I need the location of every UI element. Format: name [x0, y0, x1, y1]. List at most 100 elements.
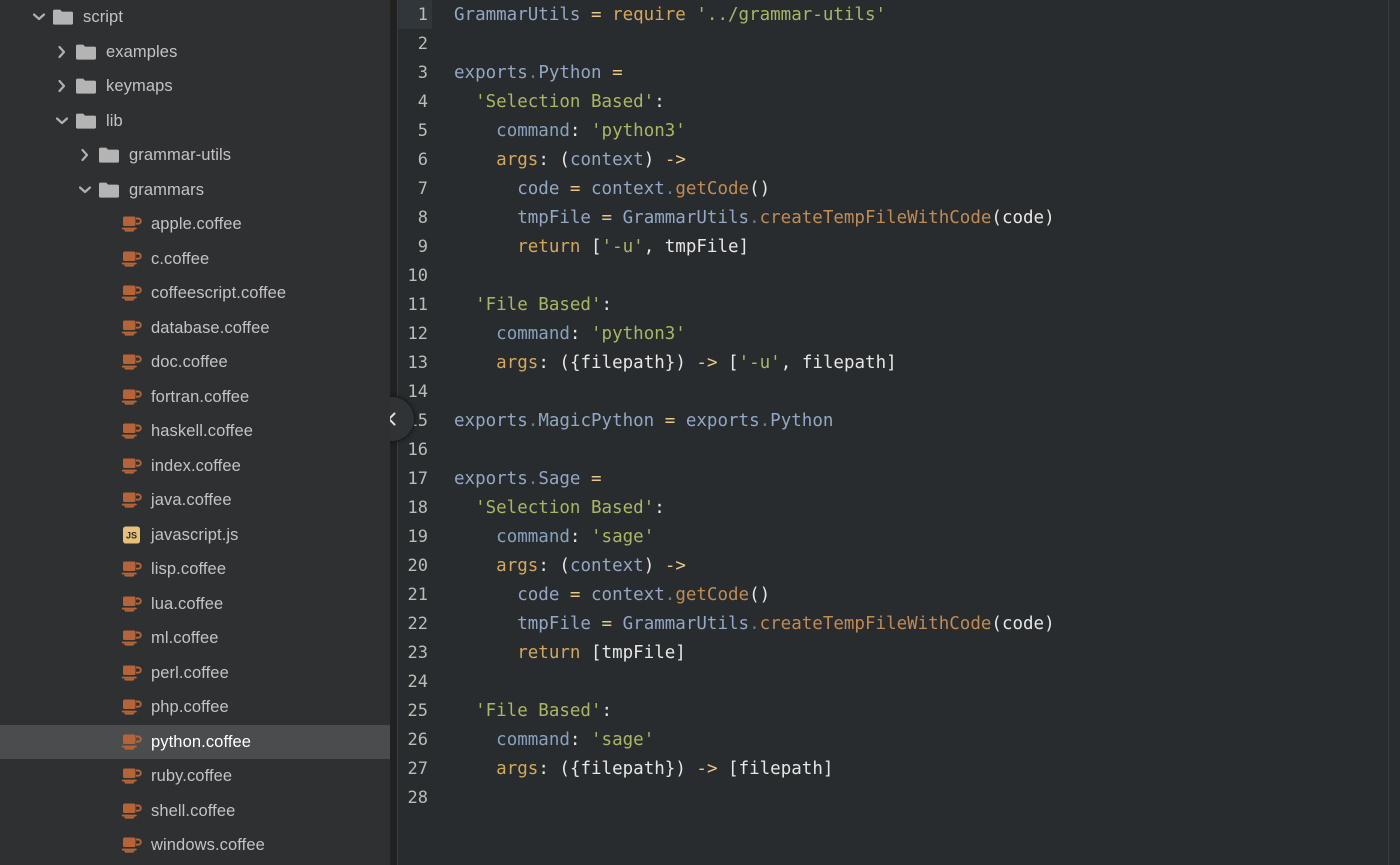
chevron-right-icon[interactable]: [53, 77, 71, 95]
code-line[interactable]: 9 return ['-u', tmpFile]: [390, 232, 1400, 261]
line-number: 18: [407, 497, 428, 518]
code-line[interactable]: 25 'File Based':: [390, 696, 1400, 725]
line-number: 27: [407, 758, 428, 779]
code-editor-pane[interactable]: 1 GrammarUtils = require '../grammar-util…: [390, 0, 1400, 865]
line-number: 17: [407, 468, 428, 489]
code-token: (): [749, 178, 771, 199]
folder-icon: [75, 77, 97, 95]
code-line[interactable]: 18 'Selection Based':: [390, 493, 1400, 522]
folder-icon: [75, 112, 97, 130]
tree-item[interactable]: java.coffee: [0, 483, 390, 518]
code-token: [: [728, 758, 739, 779]
tree-item[interactable]: haskell.coffee: [0, 414, 390, 449]
chevron-down-icon: [78, 186, 92, 193]
code-line[interactable]: 17 exports.Sage =: [390, 464, 1400, 493]
code-line[interactable]: 10: [390, 261, 1400, 290]
coffee-file-icon: [121, 216, 142, 232]
line-number: 14: [407, 381, 428, 402]
editor-window: script examples keymaps lib grammar-utils gra…: [0, 0, 1400, 865]
tree-item[interactable]: c.coffee: [0, 242, 390, 277]
code-line[interactable]: 26 command: 'sage': [390, 725, 1400, 754]
tree-item[interactable]: php.coffee: [0, 690, 390, 725]
code-line[interactable]: 22 tmpFile = GrammarUtils.createTempFile…: [390, 609, 1400, 638]
code-line[interactable]: 14: [390, 377, 1400, 406]
code-token: ,: [780, 352, 802, 373]
code-line[interactable]: 28: [390, 783, 1400, 812]
tree-item[interactable]: coffeescript.coffee: [0, 276, 390, 311]
code-token: ->: [696, 352, 718, 373]
chevron-down-icon[interactable]: [30, 8, 48, 26]
tree-item[interactable]: database.coffee: [0, 311, 390, 346]
chevron-down-icon[interactable]: [76, 181, 94, 199]
code-line[interactable]: 20 args: (context) ->: [390, 551, 1400, 580]
code-line[interactable]: 23 return [tmpFile]: [390, 638, 1400, 667]
tree-item[interactable]: lib: [0, 104, 390, 139]
line-number: 16: [407, 439, 428, 460]
code-line[interactable]: 5 command: 'python3': [390, 116, 1400, 145]
tree-item-label: ruby.coffee: [151, 767, 233, 785]
tree-view-sidebar[interactable]: script examples keymaps lib grammar-utils gra…: [0, 0, 390, 865]
line-number: 11: [407, 294, 428, 315]
tree-item[interactable]: ruby.coffee: [0, 759, 390, 794]
code-line[interactable]: 7 code = context.getCode(): [390, 174, 1400, 203]
tree-item[interactable]: grammar-utils: [0, 138, 390, 173]
tree-item[interactable]: fortran.coffee: [0, 380, 390, 415]
code-line[interactable]: 16: [390, 435, 1400, 464]
tree-item[interactable]: lisp.coffee: [0, 552, 390, 587]
line-number: 28: [407, 787, 428, 808]
code-line[interactable]: 12 command: 'python3': [390, 319, 1400, 348]
chevron-down-icon[interactable]: [53, 112, 71, 130]
tree-item[interactable]: shell.coffee: [0, 794, 390, 829]
tree-item[interactable]: JS javascript.js: [0, 518, 390, 553]
code-line[interactable]: 15 exports.MagicPython = exports.Python: [390, 406, 1400, 435]
code-token: ): [1044, 613, 1055, 634]
chevron-left-icon: [390, 412, 396, 426]
folder-icon: [98, 181, 120, 199]
code-line[interactable]: 4 'Selection Based':: [390, 87, 1400, 116]
code-line[interactable]: 21 code = context.getCode(): [390, 580, 1400, 609]
code-token: 'File Based': [475, 294, 602, 315]
tree-item[interactable]: grammars: [0, 173, 390, 208]
tree-item[interactable]: perl.coffee: [0, 656, 390, 691]
tree-item[interactable]: doc.coffee: [0, 345, 390, 380]
tree-item[interactable]: apple.coffee: [0, 207, 390, 242]
code-line[interactable]: 2: [390, 29, 1400, 58]
code-content[interactable]: 1 GrammarUtils = require '../grammar-util…: [390, 0, 1400, 865]
code-token: (: [991, 207, 1002, 228]
code-line[interactable]: 24: [390, 667, 1400, 696]
tree-item[interactable]: index.coffee: [0, 449, 390, 484]
code-line-text: tmpFile = GrammarUtils.createTempFileWit…: [454, 207, 1054, 228]
code-line[interactable]: 8 tmpFile = GrammarUtils.createTempFileW…: [390, 203, 1400, 232]
coffee-file-icon: [121, 490, 143, 510]
code-line[interactable]: 13 args: ({filepath}) -> ['-u', filepath…: [390, 348, 1400, 377]
chevron-right-icon: [58, 45, 66, 58]
chevron-right-icon[interactable]: [53, 43, 71, 61]
tree-item[interactable]: script: [0, 0, 390, 35]
tree-item[interactable]: examples: [0, 35, 390, 70]
code-line[interactable]: 27 args: ({filepath}) -> [filepath]: [390, 754, 1400, 783]
code-line[interactable]: 11 'File Based':: [390, 290, 1400, 319]
tree-item[interactable]: keymaps: [0, 69, 390, 104]
tree-item[interactable]: lua.coffee: [0, 587, 390, 622]
tree-item-label: java.coffee: [151, 491, 232, 509]
chevron-right-icon[interactable]: [76, 146, 94, 164]
tree-item[interactable]: windows.coffee: [0, 828, 390, 863]
code-line[interactable]: 1 GrammarUtils = require '../grammar-util…: [390, 0, 1400, 29]
code-token: ({: [559, 758, 581, 779]
code-line[interactable]: 6 args: (context) ->: [390, 145, 1400, 174]
code-line[interactable]: 19 command: 'sage': [390, 522, 1400, 551]
tree-item[interactable]: ml.coffee: [0, 621, 390, 656]
code-line[interactable]: 3 exports.Python =: [390, 58, 1400, 87]
tree-item-selected[interactable]: python.coffee: [0, 724, 390, 759]
